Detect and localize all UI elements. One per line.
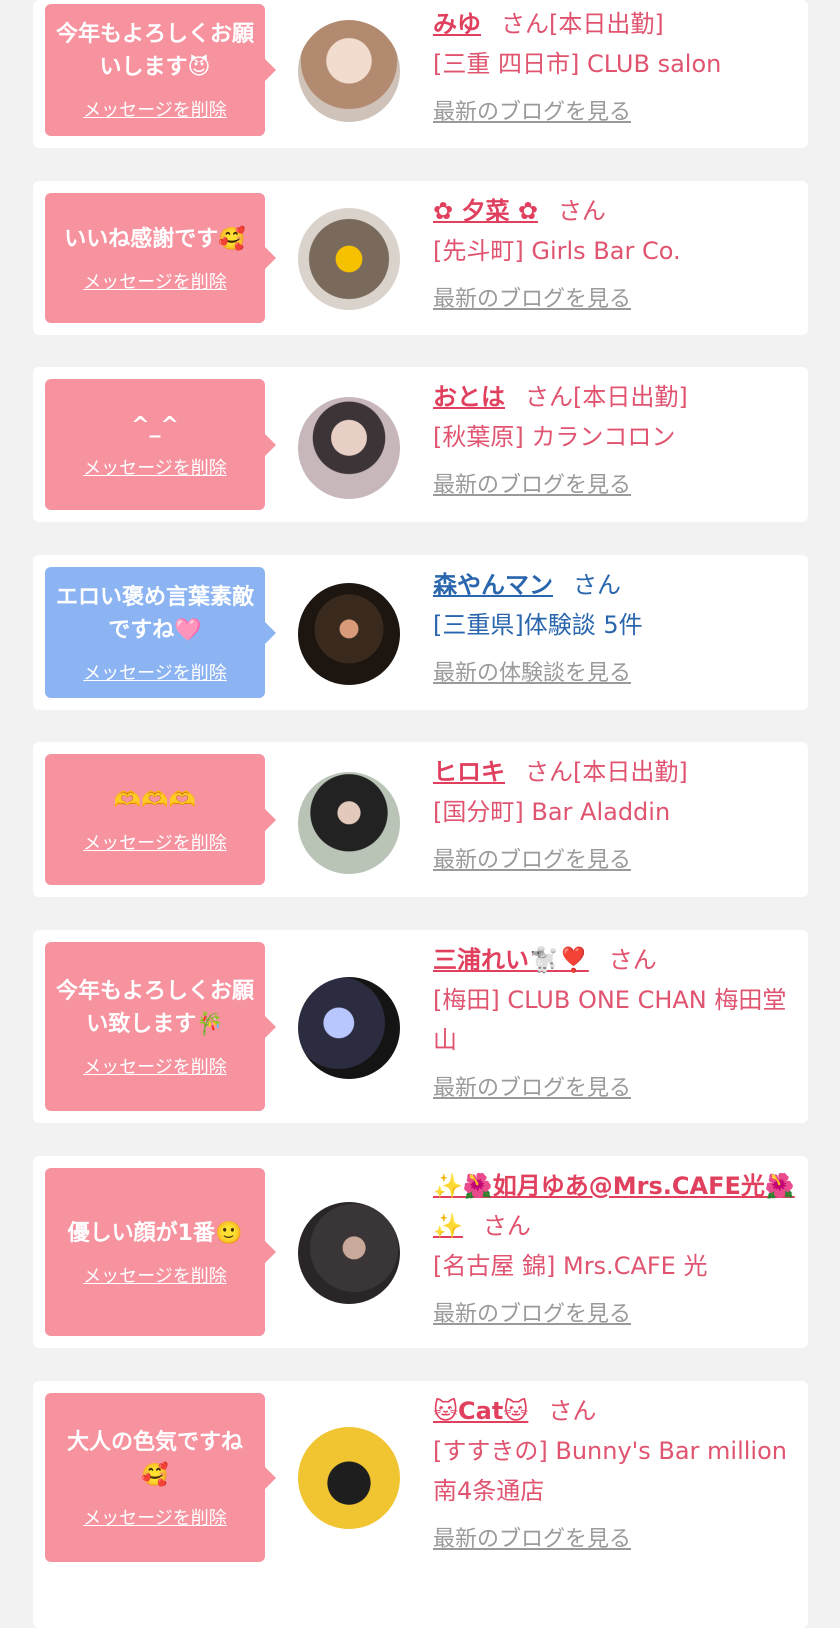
message-card: 優しい顔が1番🙂 メッセージを削除 ✨🌺如月ゆあ@Mrs.CAFE光🌺✨ さん [… xyxy=(33,1156,808,1348)
message-bubble: 🫶🫶🫶 メッセージを削除 xyxy=(45,754,276,885)
message-bubble: 大人の色気ですね🥰 メッセージを削除 xyxy=(45,1393,276,1562)
user-suffix: さん xyxy=(557,197,606,225)
avatar[interactable] xyxy=(298,583,400,685)
message-card: 今年もよろしくお願い致します🎋 メッセージを削除 三浦れい🐩❣️ さん [梅田] … xyxy=(33,930,808,1123)
avatar[interactable] xyxy=(298,772,400,874)
user-suffix: さん[本日出勤] xyxy=(501,10,664,38)
shop-label: [秋葉原] カランコロン xyxy=(433,423,676,451)
avatar[interactable] xyxy=(298,1427,400,1529)
user-suffix: さん[本日出勤] xyxy=(525,383,688,411)
user-info: 森やんマン さん [三重県]体験談 5件 最新の体験談を見る xyxy=(433,565,796,687)
delete-message-link[interactable]: メッセージを削除 xyxy=(83,96,227,122)
message-text: エロい褒め言葉素敵ですね🩷 xyxy=(55,584,254,643)
message-bubble: 優しい顔が1番🙂 メッセージを削除 xyxy=(45,1168,276,1336)
message-bubble: ^_^ メッセージを削除 xyxy=(45,379,276,510)
latest-review-link[interactable]: 最新の体験談を見る xyxy=(433,655,631,687)
message-text: 大人の色気ですね🥰 xyxy=(66,1429,243,1488)
shop-label: [三重県]体験談 5件 xyxy=(433,611,643,639)
message-text: 🫶🫶🫶 xyxy=(113,788,197,813)
user-name-link[interactable]: 🐱Cat🐱 xyxy=(433,1397,528,1425)
user-info: おとは さん[本日出勤] [秋葉原] カランコロン 最新のブログを見る xyxy=(433,377,796,499)
message-bubble: 今年もよろしくお願いします😈 メッセージを削除 xyxy=(45,4,276,136)
user-suffix: さん xyxy=(608,946,657,974)
message-card: いいね感謝です🥰 メッセージを削除 ✿ 夕菜 ✿ さん [先斗町] Girls B… xyxy=(33,181,808,335)
message-bubble: エロい褒め言葉素敵ですね🩷 メッセージを削除 xyxy=(45,567,276,698)
latest-blog-link[interactable]: 最新のブログを見る xyxy=(433,281,631,313)
message-card: 今年もよろしくお願いします😈 メッセージを削除 みゆ さん[本日出勤] [三重 四… xyxy=(33,0,808,148)
avatar[interactable] xyxy=(298,977,400,1079)
shop-label: [三重 四日市] CLUB salon xyxy=(433,50,722,78)
user-name-link[interactable]: 三浦れい🐩❣️ xyxy=(433,946,589,974)
user-info: みゆ さん[本日出勤] [三重 四日市] CLUB salon 最新のブログを見る xyxy=(433,4,796,126)
user-name-link[interactable]: ヒロキ xyxy=(433,758,505,786)
user-info: ✨🌺如月ゆあ@Mrs.CAFE光🌺✨ さん [名古屋 錦] Mrs.CAFE 光 … xyxy=(433,1166,796,1328)
delete-message-link[interactable]: メッセージを削除 xyxy=(83,1053,227,1079)
shop-label: [国分町] Bar Aladdin xyxy=(433,798,671,826)
latest-blog-link[interactable]: 最新のブログを見る xyxy=(433,1070,631,1102)
message-text: いいね感謝です🥰 xyxy=(64,226,246,252)
delete-message-link[interactable]: メッセージを削除 xyxy=(83,1504,227,1530)
avatar[interactable] xyxy=(298,1202,400,1304)
user-name-link[interactable]: おとは xyxy=(433,383,505,411)
message-card: 大人の色気ですね🥰 メッセージを削除 🐱Cat🐱 さん [すすきの] Bunny'… xyxy=(33,1381,808,1628)
user-suffix: さん xyxy=(548,1397,597,1425)
shop-label: [名古屋 錦] Mrs.CAFE 光 xyxy=(433,1252,708,1280)
user-suffix: さん[本日出勤] xyxy=(525,758,688,786)
message-text: 優しい顔が1番🙂 xyxy=(67,1220,243,1246)
shop-label: [梅田] CLUB ONE CHAN 梅田堂山 xyxy=(433,986,787,1054)
user-name-link[interactable]: みゆ xyxy=(433,10,481,38)
message-card: 🫶🫶🫶 メッセージを削除 ヒロキ さん[本日出勤] [国分町] Bar Aladd… xyxy=(33,742,808,897)
delete-message-link[interactable]: メッセージを削除 xyxy=(83,659,227,685)
user-info: ✿ 夕菜 ✿ さん [先斗町] Girls Bar Co. 最新のブログを見る xyxy=(433,191,796,313)
avatar[interactable] xyxy=(298,208,400,310)
latest-blog-link[interactable]: 最新のブログを見る xyxy=(433,1521,631,1553)
user-info: 三浦れい🐩❣️ さん [梅田] CLUB ONE CHAN 梅田堂山 最新のブログ… xyxy=(433,940,796,1102)
avatar[interactable] xyxy=(298,20,400,122)
latest-blog-link[interactable]: 最新のブログを見る xyxy=(433,1296,631,1328)
message-text: 今年もよろしくお願い致します🎋 xyxy=(55,978,254,1037)
user-suffix: さん xyxy=(573,571,621,599)
latest-blog-link[interactable]: 最新のブログを見る xyxy=(433,842,631,874)
user-suffix: さん xyxy=(482,1212,531,1240)
message-text: 今年もよろしくお願いします😈 xyxy=(55,22,254,80)
message-text: ^_^ xyxy=(131,413,179,438)
shop-label: [すすきの] Bunny's Bar million 南4条通店 xyxy=(433,1437,787,1505)
message-bubble: いいね感謝です🥰 メッセージを削除 xyxy=(45,193,276,323)
message-bubble: 今年もよろしくお願い致します🎋 メッセージを削除 xyxy=(45,942,276,1111)
message-card: エロい褒め言葉素敵ですね🩷 メッセージを削除 森やんマン さん [三重県]体験談 … xyxy=(33,555,808,710)
latest-blog-link[interactable]: 最新のブログを見る xyxy=(433,94,631,126)
user-name-link[interactable]: 森やんマン xyxy=(433,571,553,599)
user-info: ヒロキ さん[本日出勤] [国分町] Bar Aladdin 最新のブログを見る xyxy=(433,752,796,874)
latest-blog-link[interactable]: 最新のブログを見る xyxy=(433,467,631,499)
user-name-link[interactable]: ✿ 夕菜 ✿ xyxy=(433,197,538,225)
avatar[interactable] xyxy=(298,397,400,499)
delete-message-link[interactable]: メッセージを削除 xyxy=(83,454,227,480)
delete-message-link[interactable]: メッセージを削除 xyxy=(83,829,227,855)
shop-label: [先斗町] Girls Bar Co. xyxy=(433,237,681,265)
user-info: 🐱Cat🐱 さん [すすきの] Bunny's Bar million 南4条通店… xyxy=(433,1391,796,1553)
message-card: ^_^ メッセージを削除 おとは さん[本日出勤] [秋葉原] カランコロン 最新… xyxy=(33,367,808,522)
delete-message-link[interactable]: メッセージを削除 xyxy=(83,268,227,294)
delete-message-link[interactable]: メッセージを削除 xyxy=(83,1262,227,1288)
